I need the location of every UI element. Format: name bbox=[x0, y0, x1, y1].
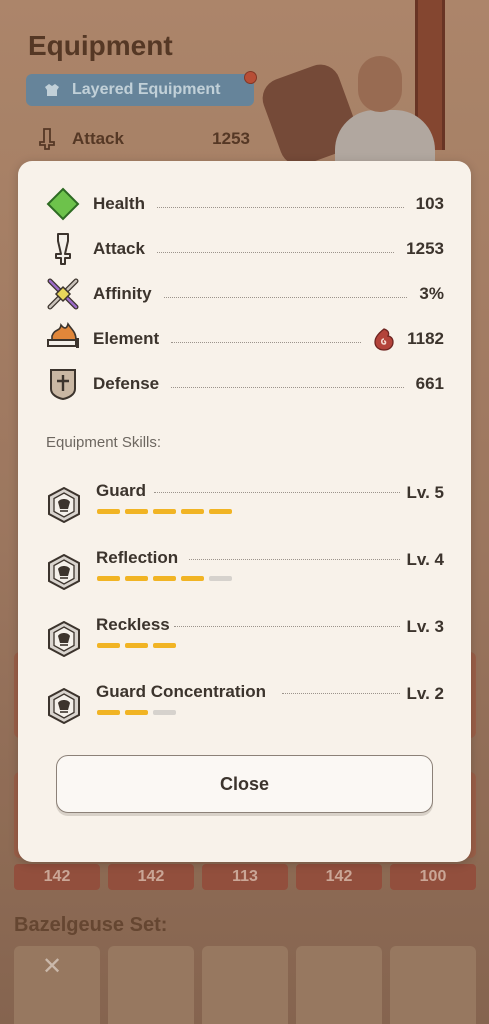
dotted-leader bbox=[174, 626, 400, 627]
skill-pip-filled bbox=[153, 509, 176, 514]
skill-pip-filled bbox=[125, 643, 148, 648]
skill-pip-filled bbox=[181, 509, 204, 514]
skill-pip-filled bbox=[97, 710, 120, 715]
skill-pip-filled bbox=[209, 509, 232, 514]
stat-row-health: Health 103 bbox=[46, 184, 444, 224]
skill-jewel-icon bbox=[48, 688, 80, 724]
stat-value: 1253 bbox=[406, 239, 444, 258]
dotted-leader bbox=[156, 251, 395, 253]
skill-name: Guard bbox=[96, 481, 147, 500]
skill-name: Reckless bbox=[96, 615, 170, 634]
dotted-leader bbox=[156, 206, 404, 208]
dotted-leader bbox=[171, 341, 362, 343]
skill-row-reflection[interactable]: Reflection Lv. 4 bbox=[46, 548, 444, 598]
shield-icon bbox=[46, 367, 80, 401]
skill-pip-filled bbox=[125, 710, 148, 715]
affinity-crossed-blades-icon bbox=[46, 277, 80, 311]
skill-row-reckless[interactable]: Reckless Lv. 3 bbox=[46, 615, 444, 665]
stat-row-element: Element 1182 bbox=[46, 319, 444, 359]
dotted-leader bbox=[163, 296, 408, 298]
equipment-stats-dialog: Health 103 Attack 1253 Affinity 3% Eleme… bbox=[18, 161, 471, 862]
stat-row-attack: Attack 1253 bbox=[46, 229, 444, 269]
blast-element-icon bbox=[374, 328, 394, 351]
skill-pip-filled bbox=[97, 509, 120, 514]
skill-pip-filled bbox=[153, 643, 176, 648]
dotted-leader bbox=[154, 492, 400, 493]
skill-pip-filled bbox=[125, 509, 148, 514]
stat-label: Attack bbox=[93, 239, 145, 258]
skill-jewel-icon bbox=[48, 621, 80, 657]
skill-level-pips bbox=[97, 576, 232, 581]
skill-row-guard-concentration[interactable]: Guard Concentration Lv. 2 bbox=[46, 682, 444, 732]
skill-jewel-icon bbox=[48, 554, 80, 590]
equipment-skills-heading: Equipment Skills: bbox=[46, 434, 162, 451]
skill-level-label: Lv. 2 bbox=[406, 684, 444, 703]
dotted-leader bbox=[171, 386, 404, 388]
skill-level-pips bbox=[97, 509, 232, 514]
skill-pip-empty bbox=[209, 576, 232, 581]
stat-label: Health bbox=[93, 194, 145, 213]
skill-pip-filled bbox=[125, 576, 148, 581]
close-button[interactable]: Close bbox=[56, 755, 433, 813]
stat-value: 661 bbox=[415, 374, 444, 393]
stat-label: Defense bbox=[93, 374, 160, 393]
skill-level-pips bbox=[97, 710, 176, 715]
skill-pip-filled bbox=[97, 576, 120, 581]
skill-name: Reflection bbox=[96, 548, 179, 567]
skill-pip-filled bbox=[181, 576, 204, 581]
stat-value: 103 bbox=[415, 194, 444, 213]
skill-level-label: Lv. 3 bbox=[406, 617, 444, 636]
blazing-sword-icon bbox=[46, 322, 80, 356]
stat-row-defense: Defense 661 bbox=[46, 364, 444, 404]
skill-jewel-icon bbox=[48, 487, 80, 523]
health-diamond-icon bbox=[46, 187, 80, 221]
skill-row-guard[interactable]: Guard Lv. 5 bbox=[46, 481, 444, 531]
skill-pip-filled bbox=[153, 576, 176, 581]
skill-level-pips bbox=[97, 643, 176, 648]
stat-label: Element bbox=[93, 329, 160, 348]
skill-pip-filled bbox=[97, 643, 120, 648]
stat-value: 3% bbox=[419, 284, 444, 303]
skill-pip-empty bbox=[153, 710, 176, 715]
skill-name: Guard Concentration bbox=[96, 682, 267, 701]
dotted-leader bbox=[282, 693, 400, 694]
stat-row-affinity: Affinity 3% bbox=[46, 274, 444, 314]
skill-level-label: Lv. 4 bbox=[406, 550, 444, 569]
sword-icon bbox=[46, 232, 80, 266]
stat-value: 1182 bbox=[407, 329, 444, 348]
skill-level-label: Lv. 5 bbox=[406, 483, 444, 502]
dotted-leader bbox=[189, 559, 400, 560]
stat-label: Affinity bbox=[93, 284, 152, 303]
